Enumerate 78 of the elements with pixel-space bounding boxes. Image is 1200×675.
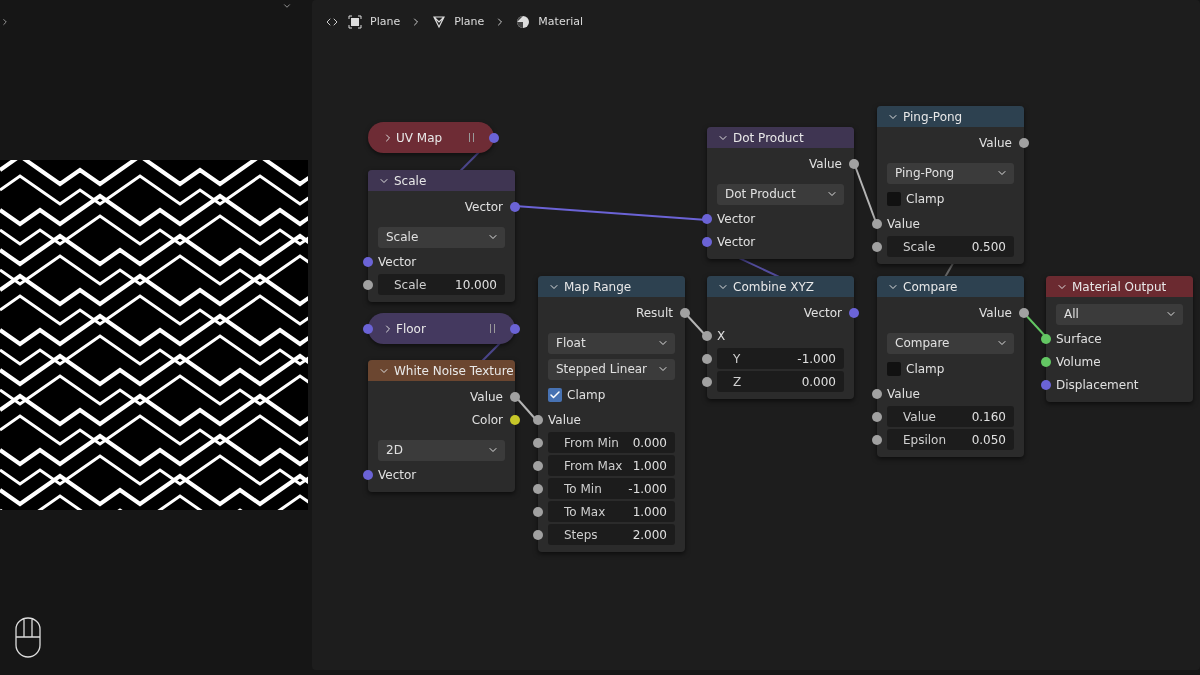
checkbox[interactable] (548, 388, 562, 402)
node-title: Ping-Pong (903, 108, 963, 126)
collapsed-node[interactable] (368, 313, 515, 344)
checkbox-label: Clamp (906, 191, 945, 208)
socket-label: Vector (378, 253, 417, 271)
socket-label: Displacement (1056, 376, 1139, 394)
dropdown-menu[interactable]: Float (548, 332, 675, 354)
object-icon (348, 15, 362, 29)
number-field[interactable]: Z 0.000 (717, 371, 844, 392)
socket-label: X (717, 327, 726, 345)
node-header[interactable]: Compare (877, 276, 1024, 297)
checkbox-label: Clamp (567, 387, 606, 404)
socket-label: Value (809, 155, 842, 173)
material-sphere-icon (516, 15, 531, 29)
node-title: Dot Product (733, 129, 804, 147)
node-header[interactable]: Dot Product (707, 127, 854, 148)
node-header[interactable]: Ping-Pong (877, 106, 1024, 127)
dropdown-menu[interactable]: 2D (378, 439, 505, 461)
socket-label: Vector (464, 198, 503, 216)
number-field[interactable]: To Min -1.000 (548, 478, 675, 499)
dropdown-menu[interactable]: Dot Product (717, 183, 844, 205)
node-title: Floor (396, 320, 426, 338)
number-field[interactable]: To Max 1.000 (548, 501, 675, 522)
socket-label: Volume (1056, 353, 1101, 371)
dropdown-menu[interactable]: All (1056, 303, 1183, 325)
node-header[interactable]: Map Range (538, 276, 685, 297)
dropdown-menu[interactable]: Scale (378, 226, 505, 248)
socket-label: Result (635, 304, 673, 322)
breadcrumb-item[interactable]: Plane (454, 13, 485, 31)
checkbox-label: Clamp (906, 361, 945, 378)
checkbox[interactable] (887, 362, 901, 376)
number-field[interactable]: Epsilon 0.050 (887, 429, 1014, 450)
breadcrumb-item[interactable]: Plane (370, 13, 401, 31)
chevron-right-icon[interactable] (0, 17, 10, 27)
socket-label: Surface (1056, 330, 1102, 348)
dropdown-menu[interactable]: Ping-Pong (887, 162, 1014, 184)
socket-label: Value (979, 134, 1012, 152)
number-field[interactable]: From Min 0.000 (548, 432, 675, 453)
node-editor-canvas[interactable] (312, 0, 1200, 670)
node-title: Combine XYZ (733, 278, 814, 296)
node-header[interactable]: Scale (368, 170, 515, 191)
number-field[interactable]: Scale 10.000 (378, 274, 505, 295)
collapsed-node[interactable] (368, 122, 494, 153)
node-title: White Noise Texture (394, 362, 514, 380)
node-header[interactable]: White Noise Texture (368, 360, 515, 381)
socket-label: Value (548, 411, 581, 429)
mesh-icon (432, 15, 447, 29)
number-field[interactable]: From Max 1.000 (548, 455, 675, 476)
node-title: Map Range (564, 278, 632, 296)
number-field[interactable]: Steps 2.000 (548, 524, 675, 545)
number-field[interactable]: Y -1.000 (717, 348, 844, 369)
drag-handle-icon[interactable] (490, 324, 495, 333)
node-title: Scale (394, 172, 427, 190)
socket-label: Value (887, 385, 920, 403)
socket-label: Vector (717, 233, 756, 251)
socket-label: Value (979, 304, 1012, 322)
mouse-icon (12, 617, 44, 659)
socket-label: Vector (378, 466, 417, 484)
checkbox[interactable] (887, 192, 901, 206)
node-header[interactable]: Combine XYZ (707, 276, 854, 297)
chevron-down-icon[interactable] (282, 1, 292, 11)
socket-label: Value (470, 388, 503, 406)
dropdown-menu[interactable]: Stepped Linear (548, 358, 675, 380)
node-title: Compare (903, 278, 958, 296)
drag-handle-icon[interactable] (469, 133, 474, 142)
socket-label: Vector (717, 210, 756, 228)
check-icon (549, 389, 561, 401)
dropdown-menu[interactable]: Compare (887, 332, 1014, 354)
breadcrumb-item[interactable]: Material (538, 13, 584, 31)
node-title: UV Map (396, 129, 443, 147)
socket-label: Color (471, 411, 503, 429)
node-header[interactable]: Material Output (1046, 276, 1193, 297)
socket-label: Vector (803, 304, 842, 322)
number-field[interactable]: Value 0.160 (887, 406, 1014, 427)
number-field[interactable]: Scale 0.500 (887, 236, 1014, 257)
node-title: Material Output (1072, 278, 1167, 296)
code-icon[interactable] (326, 16, 338, 28)
socket-label: Value (887, 215, 920, 233)
